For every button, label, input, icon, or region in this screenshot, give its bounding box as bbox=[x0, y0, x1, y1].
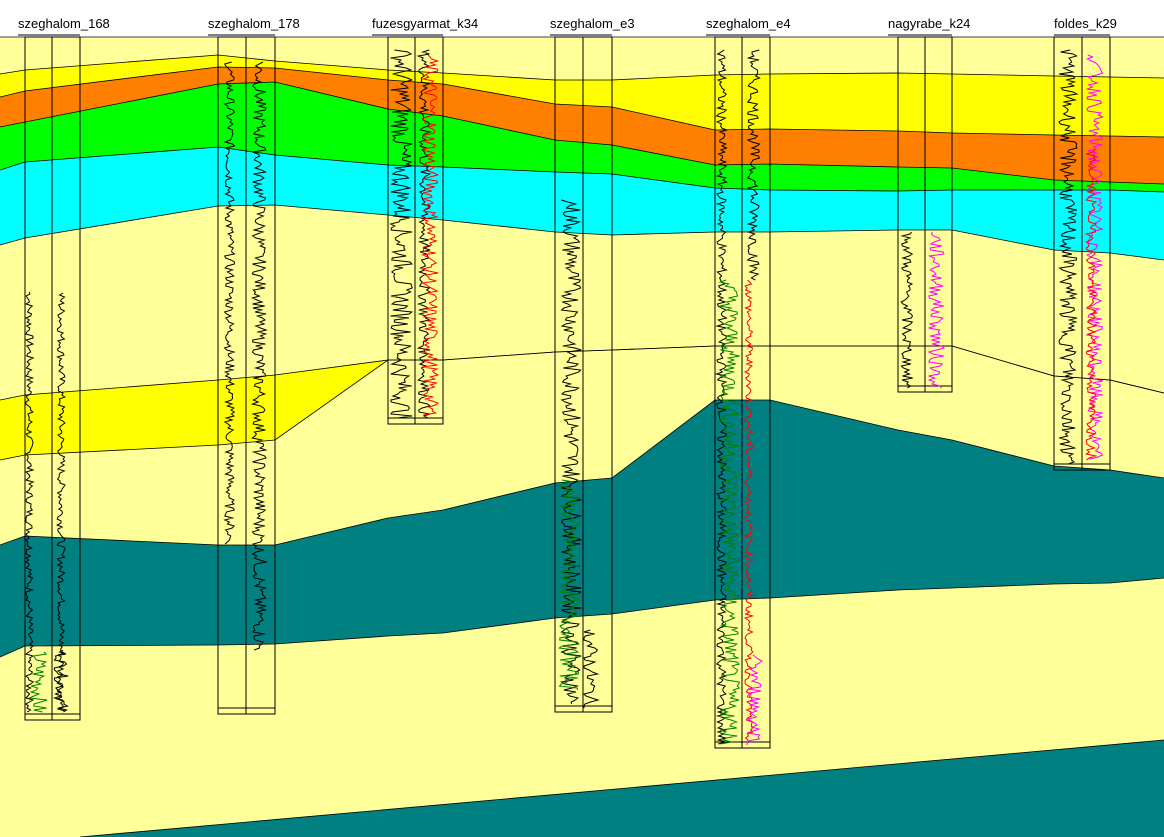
well-label: foldes_k29 bbox=[1054, 16, 1117, 31]
stratigraphic-layers bbox=[0, 37, 1164, 837]
well-label: szeghalom_178 bbox=[208, 16, 300, 31]
well-label: szeghalom_e3 bbox=[550, 16, 635, 31]
well-label: nagyrabe_k24 bbox=[888, 16, 970, 31]
well-label: fuzesgyarmat_k34 bbox=[372, 16, 478, 31]
well-label: szeghalom_e4 bbox=[706, 16, 791, 31]
cross-section: szeghalom_168 szeghalom_178 fuzesgyarmat_k… bbox=[0, 16, 1164, 837]
well-label: szeghalom_168 bbox=[18, 16, 110, 31]
